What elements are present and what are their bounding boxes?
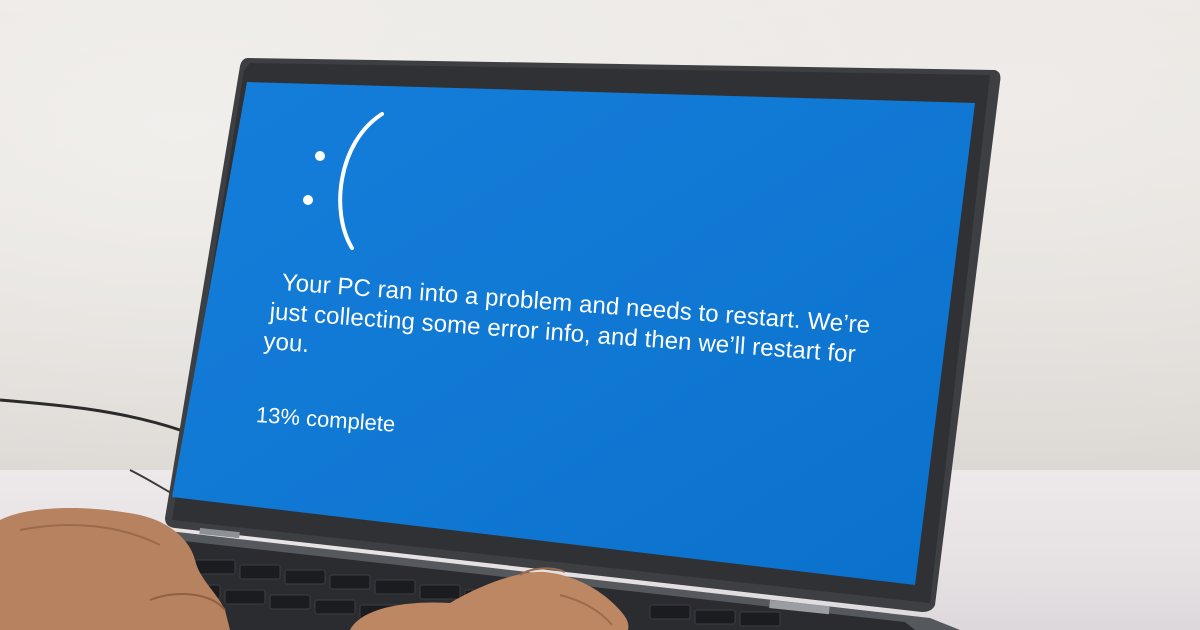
hand-icon — [0, 508, 629, 630]
photo-scene: :( Your PC ran into a problem and needs … — [0, 0, 1200, 630]
